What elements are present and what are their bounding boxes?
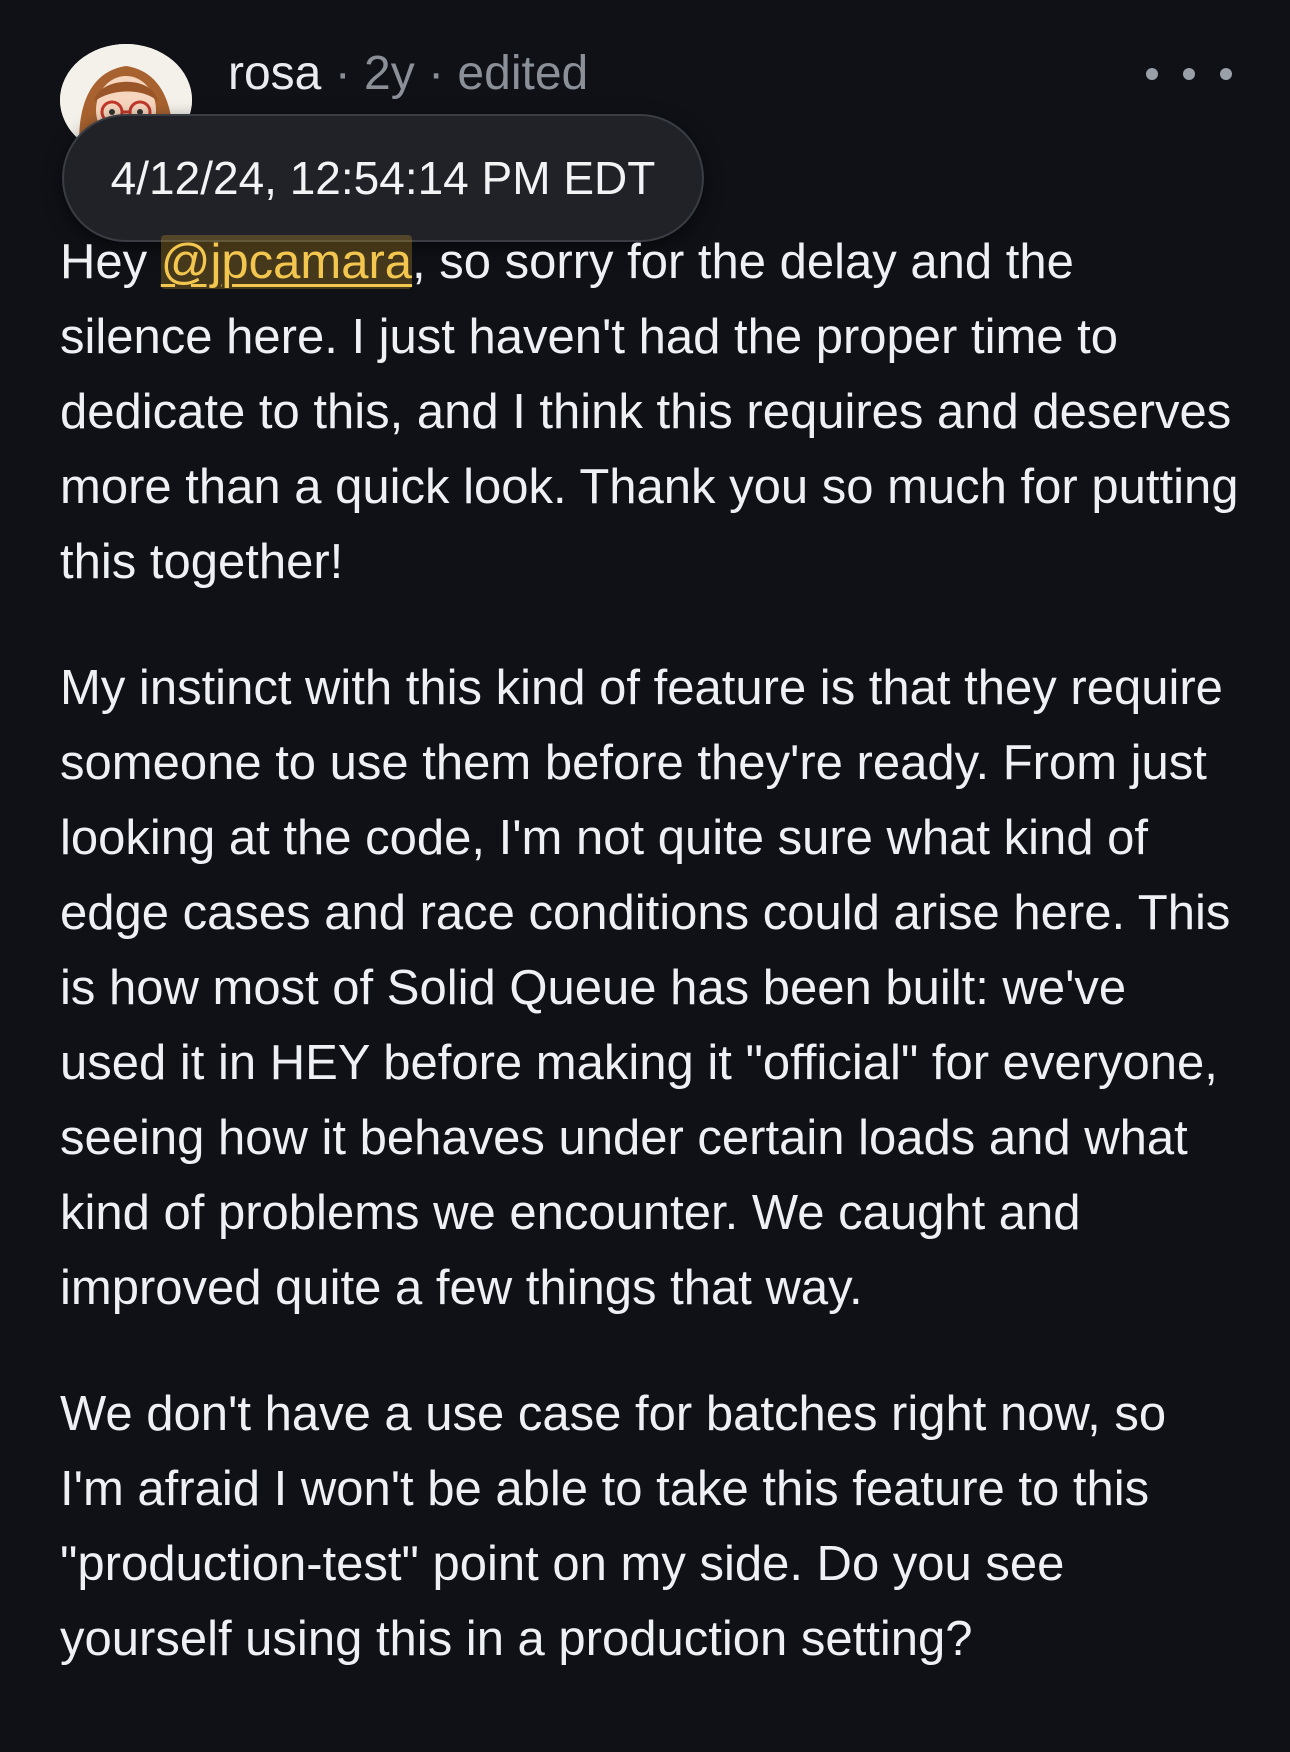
edited-label[interactable]: edited [457,47,588,100]
paragraph-text: Hey [60,235,161,289]
more-horizontal-icon[interactable] [1146,56,1232,92]
user-mention-link[interactable]: @jpcamara [160,235,413,289]
header-separator: · [334,47,351,100]
comment-paragraph: Hey @jpcamara, so sorry for the delay an… [60,225,1240,600]
more-dot [1183,68,1195,80]
timestamp-tooltip: 4/12/24, 12:54:14 PM EDT [62,114,704,242]
comment-paragraph: My instinct with this kind of feature is… [60,661,1231,1315]
comment-paragraph: We don't have a use case for batches rig… [60,1387,1167,1666]
more-dot [1146,68,1158,80]
author-name[interactable]: rosa [228,47,321,100]
header-separator: · [428,47,445,100]
relative-time[interactable]: 2y [364,47,415,100]
comment-body: Hey @jpcamara, so sorry for the delay an… [60,225,1240,1728]
tooltip-timestamp: 4/12/24, 12:54:14 PM EDT [110,152,656,204]
more-dot [1220,68,1232,80]
comment-header: rosa · 2y · edited [228,44,588,104]
